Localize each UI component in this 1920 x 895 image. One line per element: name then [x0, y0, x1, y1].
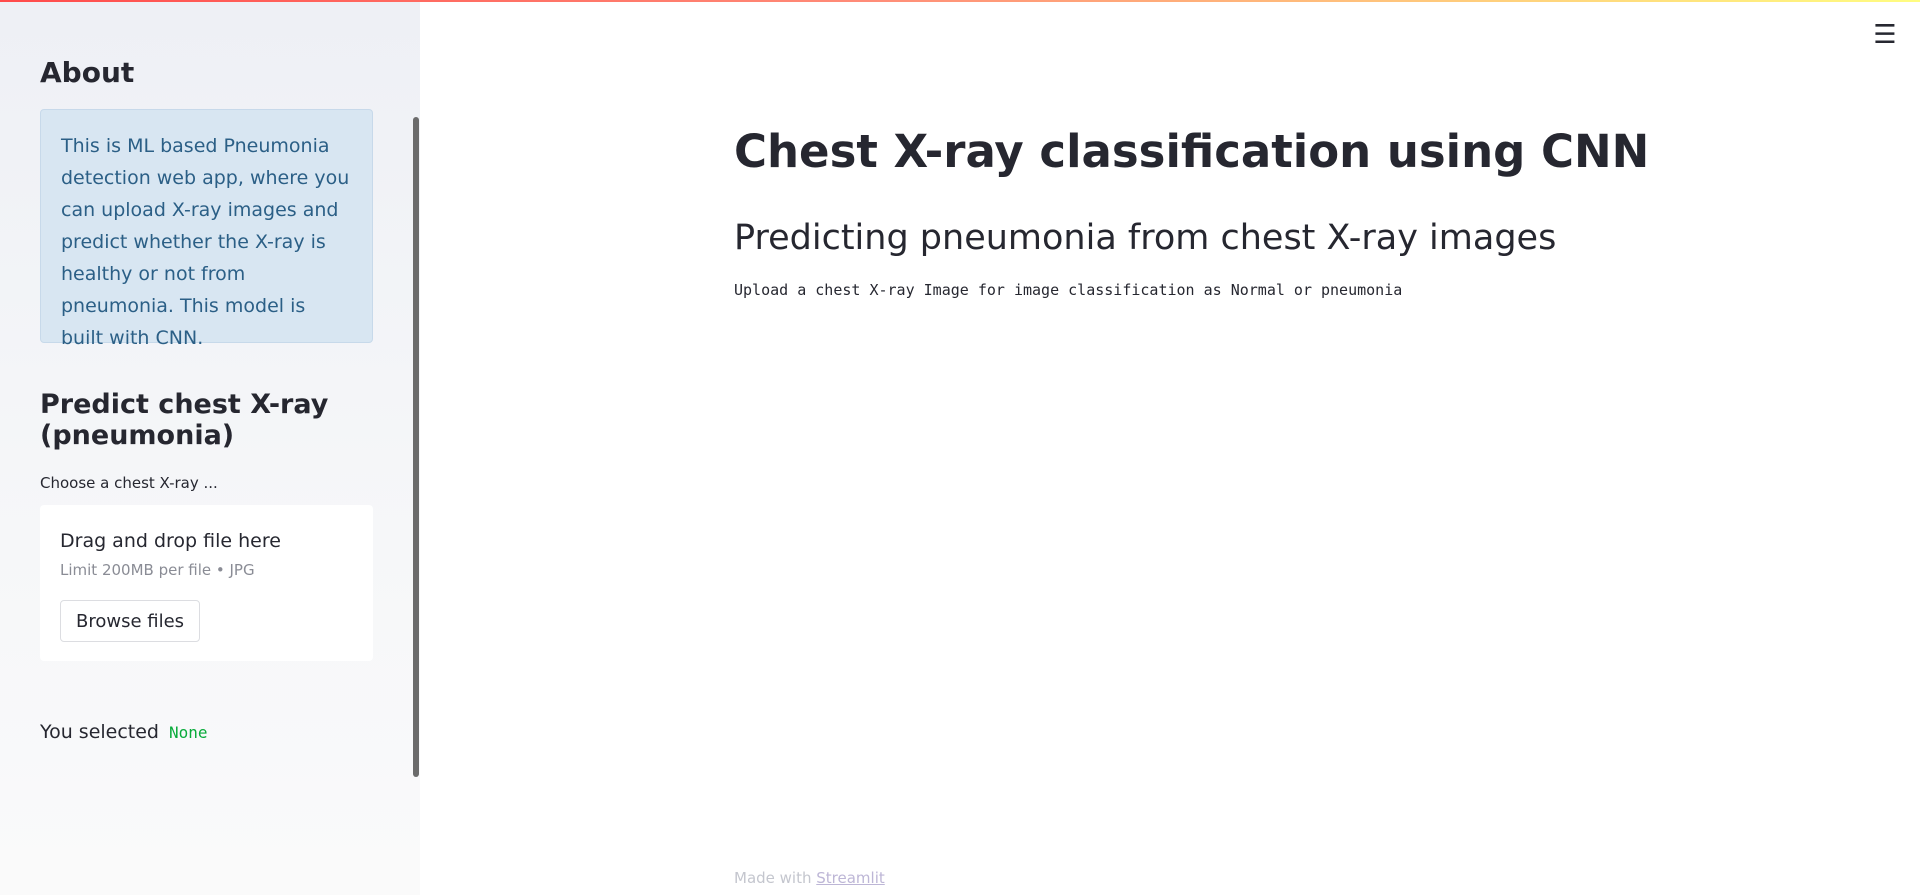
selected-file-row: You selected None	[40, 721, 208, 743]
about-info-box: This is ML based Pneumonia detection web…	[40, 109, 373, 349]
main-content: ☰ Chest X-ray classification using CNN P…	[420, 0, 1920, 895]
about-title: About	[40, 56, 135, 89]
predict-title: Predict chest X-ray (pneumonia)	[40, 389, 329, 451]
file-dropzone[interactable]: Drag and drop file here Limit 200MB per …	[40, 505, 373, 661]
page-title: Chest X-ray classification using CNN	[734, 125, 1650, 178]
streamlit-link[interactable]: Streamlit	[816, 869, 885, 887]
selected-label: You selected	[40, 721, 159, 743]
upload-instruction-text: Upload a chest X-ray Image for image cla…	[734, 281, 1403, 299]
top-accent-bar	[0, 0, 1920, 2]
file-uploader-label: Choose a chest X-ray ...	[40, 474, 218, 492]
hamburger-menu-icon[interactable]: ☰	[1870, 20, 1900, 50]
dropzone-limit-text: Limit 200MB per file • JPG	[60, 561, 255, 579]
page-subtitle: Predicting pneumonia from chest X-ray im…	[734, 218, 1557, 258]
footer-made-with: Made with	[734, 869, 812, 887]
dropzone-instructions: Drag and drop file here	[60, 530, 281, 552]
footer: Made with Streamlit	[734, 869, 885, 887]
sidebar-scrollbar[interactable]	[413, 117, 419, 777]
browse-files-button[interactable]: Browse files	[60, 600, 201, 642]
sidebar: About This is ML based Pneumonia detecti…	[0, 0, 420, 895]
selected-value: None	[169, 723, 208, 742]
